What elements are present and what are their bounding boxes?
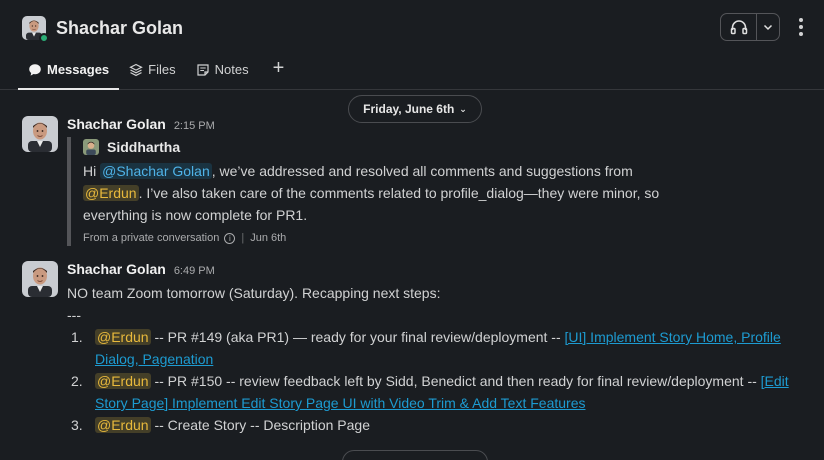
- quote-source[interactable]: From a private conversation: [83, 232, 219, 244]
- divider: |: [241, 232, 245, 244]
- chevron-down-icon[interactable]: [757, 14, 779, 40]
- tab-label: Files: [148, 62, 176, 77]
- message-meta: Shachar Golan 6:49 PM: [67, 261, 802, 279]
- channel-title-row[interactable]: Shachar Golan: [22, 14, 183, 43]
- list-item: 2. @Erdun -- PR #150 -- review feedback l…: [67, 370, 802, 414]
- date-divider-button-partial[interactable]: [342, 450, 488, 460]
- headphones-icon[interactable]: [721, 14, 757, 40]
- quote-author: Siddhartha: [83, 137, 667, 157]
- date-divider-label: Friday, June 6th: [363, 102, 455, 116]
- message-sender[interactable]: Shachar Golan: [67, 116, 166, 132]
- list-item: 1. @Erdun -- PR #149 (aka PR1) — ready fo…: [67, 326, 802, 370]
- user-mention[interactable]: @Erdun: [95, 329, 151, 345]
- tab-files[interactable]: Files: [119, 56, 185, 90]
- user-mention[interactable]: @Erdun: [95, 373, 151, 389]
- channel-title[interactable]: Shachar Golan: [56, 18, 183, 39]
- user-mention[interactable]: @Erdun: [95, 417, 151, 433]
- avatar[interactable]: [22, 16, 49, 43]
- channel-tabs: Messages Files Notes +: [18, 56, 294, 90]
- message-sender[interactable]: Shachar Golan: [67, 261, 166, 277]
- quote-author-name[interactable]: Siddhartha: [107, 139, 180, 155]
- list-number: 2.: [71, 373, 83, 389]
- message-body: Shachar Golan 2:15 PM Siddhartha Hi @Sha…: [67, 116, 802, 246]
- list-number: 1.: [71, 329, 83, 345]
- message-body: Shachar Golan 6:49 PM NO team Zoom tomor…: [67, 261, 802, 436]
- next-steps-list: 1. @Erdun -- PR #149 (aka PR1) — ready fo…: [67, 326, 802, 436]
- canvas-note-icon: [196, 63, 210, 80]
- huddle-button-group: [720, 13, 780, 41]
- tab-notes[interactable]: Notes: [186, 56, 259, 90]
- message-bubble-icon: [28, 63, 42, 80]
- channel-header: Shachar Golan Messages Files Notes +: [0, 0, 824, 90]
- message-text: NO team Zoom tomorrow (Saturday). Recapp…: [67, 285, 441, 301]
- add-tab-icon[interactable]: +: [263, 56, 295, 90]
- avatar: [83, 139, 99, 155]
- presence-online-indicator: [39, 33, 49, 43]
- info-icon[interactable]: i: [224, 232, 236, 244]
- quote-text: Hi @Shachar Golan, we’ve addressed and r…: [83, 163, 660, 223]
- tab-label: Notes: [214, 62, 249, 77]
- shared-message-quote[interactable]: Siddhartha Hi @Shachar Golan, we’ve addr…: [67, 137, 667, 246]
- avatar[interactable]: [22, 261, 58, 297]
- chevron-down-icon: ⌄: [459, 103, 467, 114]
- message-timestamp[interactable]: 6:49 PM: [174, 265, 215, 277]
- list-item: 3. @Erdun -- Create Story -- Description …: [67, 414, 802, 436]
- date-divider-button[interactable]: Friday, June 6th ⌄: [348, 95, 482, 123]
- user-mention[interactable]: @Shachar Golan: [100, 163, 212, 179]
- user-mention[interactable]: @Erdun: [83, 185, 139, 201]
- tab-label: Messages: [47, 62, 110, 77]
- quote-footer: From a private conversation i | Jun 6th: [83, 230, 667, 246]
- kebab-menu-icon[interactable]: [792, 15, 810, 39]
- avatar[interactable]: [22, 116, 58, 152]
- message-timestamp[interactable]: 2:15 PM: [174, 120, 215, 132]
- layers-icon: [129, 63, 143, 80]
- tab-messages[interactable]: Messages: [18, 56, 120, 90]
- message-separator: ---: [67, 307, 81, 323]
- list-number: 3.: [71, 417, 83, 433]
- quote-date[interactable]: Jun 6th: [250, 232, 286, 244]
